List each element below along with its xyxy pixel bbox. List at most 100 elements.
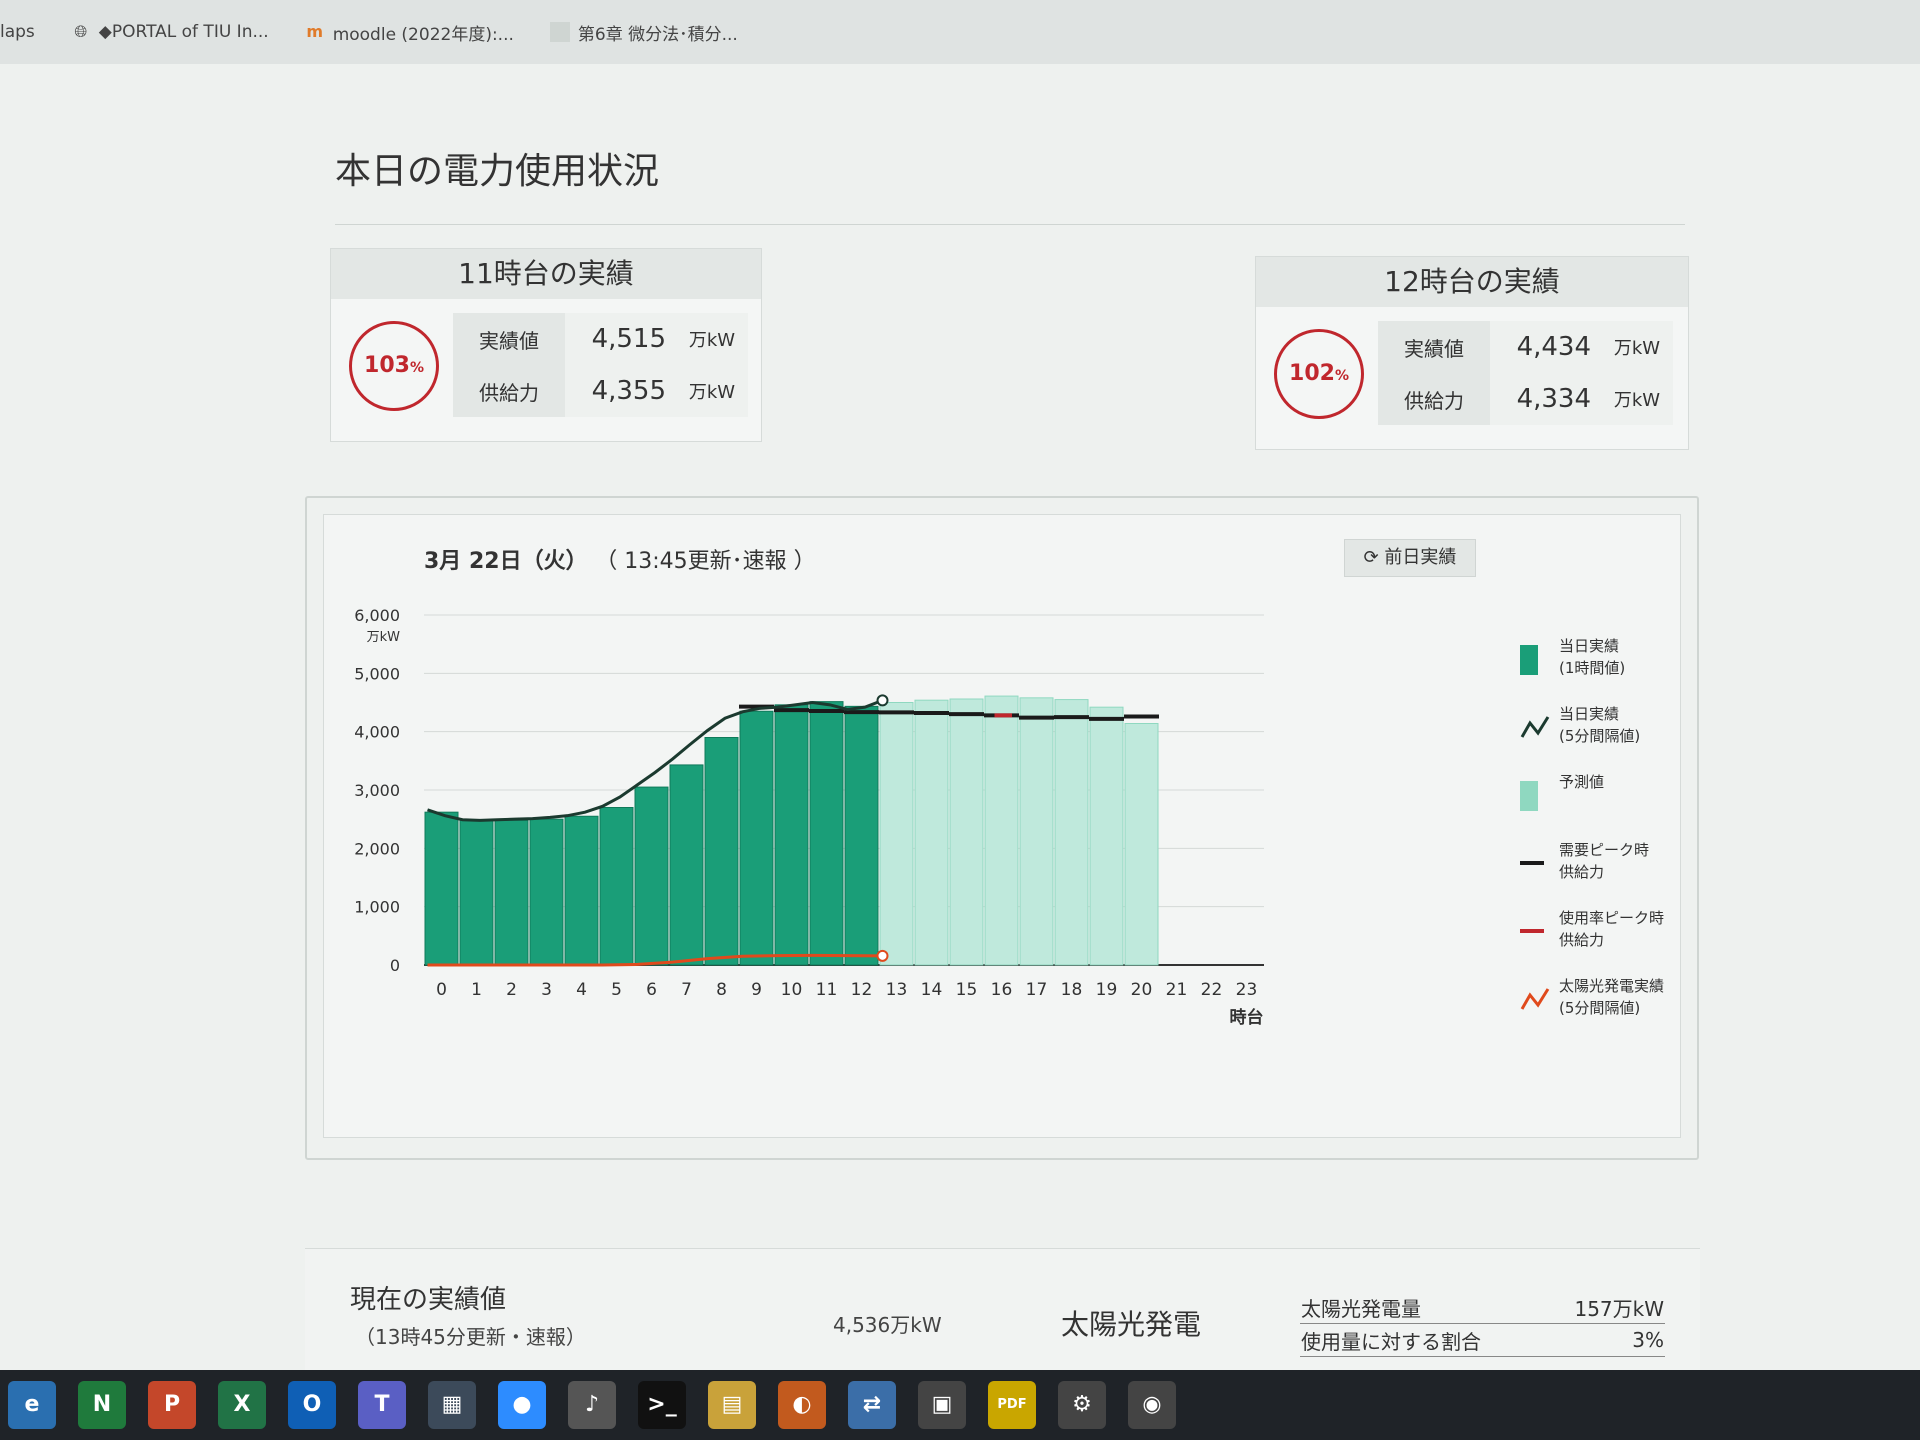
legend-label: 当日実績 (1559, 637, 1620, 655)
legend-item: 当日実績 (1時間値) (1514, 635, 1684, 703)
actual-bar (704, 737, 739, 966)
hour-11-card: 11時台の実績 103% 実績値 4,515 万kW 供給力 4,355 万kW (330, 248, 762, 442)
bookmark-label: laps (0, 22, 35, 42)
gear-icon[interactable]: ⚙ (1058, 1381, 1106, 1429)
legend-label: 予測値 (1559, 773, 1605, 791)
current-value-subtitle: （13時45分更新・速報） (355, 1325, 586, 1349)
y-tick-label: 2,000 (354, 839, 400, 858)
actual-bar (634, 786, 669, 966)
x-tick-label: 11 (816, 980, 838, 1000)
actual-bar (459, 819, 494, 966)
chart-legend: 当日実績 (1時間値) 当日実績 (5分間隔値) 予測値需要ピーク時 供給力 使用率ピーク時… (1514, 635, 1684, 1043)
teams-icon[interactable]: T (358, 1381, 406, 1429)
x-tick-label: 5 (611, 980, 622, 1000)
window-icon[interactable]: ▣ (918, 1381, 966, 1429)
bookmark-label: moodle (2022年度):... (332, 24, 514, 45)
x-tick-label: 16 (991, 980, 1013, 1000)
x-tick-label: 6 (646, 980, 657, 1000)
bookmarks-bar: laps 🌐︎ ◆PORTAL of TIU In... m moodle (2… (0, 0, 1920, 65)
forecast-bar (1124, 723, 1159, 966)
pdf-icon[interactable]: PDF (988, 1381, 1036, 1429)
document-icon (549, 22, 570, 42)
x-tick-label: 19 (1096, 980, 1118, 1000)
bookmark-chapter6[interactable]: 第6章 微分法･積分... (549, 20, 738, 45)
actual-label: 実績値 (1378, 321, 1490, 373)
solar-row: 太陽光発電量 157万kW (1300, 1291, 1665, 1324)
legend-sublabel: (5分間隔値) (1559, 999, 1641, 1017)
page-title: 本日の電力使用状況 (335, 151, 660, 192)
legend-zigzag-icon (1520, 988, 1550, 1010)
terminal-icon[interactable]: >_ (638, 1381, 686, 1429)
outlook-icon[interactable]: O (288, 1381, 336, 1429)
legend-item: 当日実績 (5分間隔値) (1514, 703, 1684, 771)
legend-sublabel: (1時間値) (1559, 659, 1626, 677)
forecast-bar (879, 702, 914, 966)
camera-icon[interactable]: ◉ (1128, 1381, 1176, 1429)
actual-bar (739, 710, 774, 966)
x-tick-label: 18 (1061, 980, 1083, 1000)
browser-icon[interactable]: e (8, 1381, 56, 1429)
excel-icon[interactable]: X (218, 1381, 266, 1429)
usage-rate-unit: % (1334, 368, 1349, 384)
zoom-icon[interactable]: ● (498, 1381, 546, 1429)
forecast-bar (1089, 706, 1124, 966)
usage-rate-value: 102 (1289, 361, 1335, 386)
solar-label: 使用量に対する割合 (1300, 1323, 1543, 1357)
x-tick-label: 9 (751, 980, 762, 1000)
legend-zigzag-icon (1520, 716, 1550, 738)
actual-bar (529, 818, 564, 966)
onenote-n-icon[interactable]: N (78, 1381, 126, 1429)
legend-swatch (1520, 781, 1538, 811)
forecast-bar (1054, 699, 1089, 966)
legend-item: 需要ピーク時 供給力 (1514, 839, 1684, 907)
y-unit-label: 万kW (367, 630, 401, 645)
folder-icon[interactable]: ▤ (708, 1381, 756, 1429)
actual-bar (844, 705, 879, 966)
legend-item: 太陽光発電実績 (5分間隔値) (1514, 975, 1684, 1043)
actual-value: 4,434 (1490, 321, 1601, 373)
actual-bar (424, 811, 459, 966)
actual-bar (564, 815, 599, 966)
solar-value: 157万kW (1542, 1291, 1665, 1324)
forecast-bar (1019, 697, 1054, 966)
actual-bar (599, 807, 634, 966)
x-tick-label: 14 (921, 980, 943, 1000)
y-tick-label: 6,000 (354, 606, 400, 625)
x-tick-label: 22 (1201, 980, 1223, 1000)
bookmark-moodle[interactable]: m moodle (2022年度):... (305, 20, 514, 45)
legend-label: 当日実績 (1559, 705, 1620, 723)
x-tick-label: 12 (851, 980, 873, 1000)
solar-title: 太陽光発電 (1061, 1308, 1202, 1341)
x-tick-label: 23 (1236, 980, 1258, 1000)
x-tick-label: 0 (436, 980, 447, 1000)
solar-5min-endpoint (876, 949, 889, 962)
current-status-panel: 現在の実績値 （13時45分更新・速報） 4,536万kW 太陽光発電 太陽光発… (305, 1248, 1700, 1379)
y-tick-label: 3,000 (354, 781, 400, 800)
bookmark-maps[interactable]: laps (0, 22, 35, 42)
legend-item: 使用率ピーク時 供給力 (1514, 907, 1684, 975)
x-tick-label: 4 (576, 980, 587, 1000)
calculator-icon[interactable]: ▦ (428, 1381, 476, 1429)
y-tick-label: 0 (390, 956, 400, 975)
legend-label: 需要ピーク時 (1559, 841, 1650, 859)
powerpoint-icon[interactable]: P (148, 1381, 196, 1429)
actual-5min-endpoint (876, 694, 889, 707)
actual-value: 4,515 (565, 313, 676, 365)
actual-bar (669, 764, 704, 966)
legend-sublabel: (5分間隔値) (1559, 727, 1641, 745)
bookmark-label: 第6章 微分法･積分... (577, 24, 738, 45)
network-icon[interactable]: ⇄ (848, 1381, 896, 1429)
x-tick-label: 10 (781, 980, 803, 1000)
supply-unit: 万kW (1601, 373, 1673, 425)
solar-row: 使用量に対する割合 3% (1300, 1323, 1665, 1357)
bookmark-portal[interactable]: 🌐︎ ◆PORTAL of TIU In... (71, 22, 268, 42)
microphone-icon[interactable]: ♪ (568, 1381, 616, 1429)
supply-unit: 万kW (676, 365, 748, 417)
app-icon[interactable]: ◐ (778, 1381, 826, 1429)
page-content: 本日の電力使用状況 11時台の実績 103% 実績値 4,515 万kW 供給力… (0, 64, 1920, 1379)
legend-swatch (1520, 645, 1538, 675)
supply-label: 供給力 (1378, 373, 1490, 425)
usage-rate-badge: 103% (349, 321, 439, 411)
forecast-bar (949, 698, 984, 966)
divider (335, 224, 1685, 225)
